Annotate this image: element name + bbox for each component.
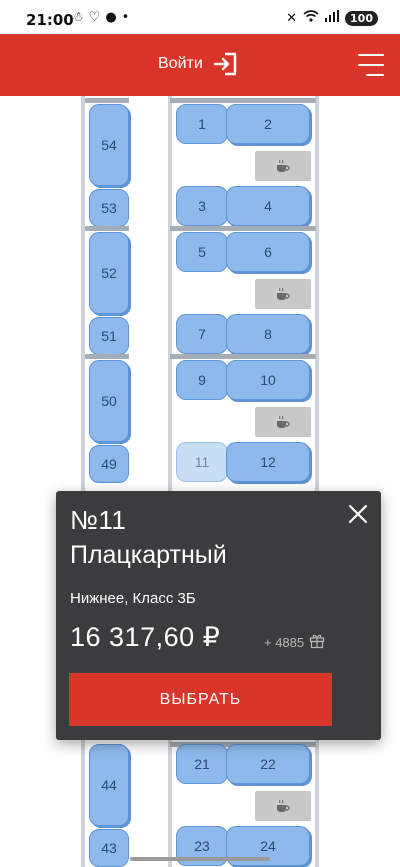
hamburger-menu-icon[interactable]: [358, 54, 386, 76]
seat-51[interactable]: 51: [89, 317, 129, 355]
seat-number: 11: [194, 454, 210, 470]
seat-53[interactable]: 53: [89, 189, 129, 227]
compartment-partition: [170, 354, 316, 359]
seat-number: 4: [264, 198, 272, 214]
hot-drink-icon: [255, 279, 311, 309]
seat-number: 21: [194, 756, 210, 772]
seat-number: 6: [264, 244, 272, 260]
car-wall-right: [315, 96, 319, 867]
chat-icon: ●: [105, 10, 117, 25]
seat-number: 5: [198, 244, 206, 260]
seat-7[interactable]: 7: [176, 314, 228, 354]
heart-icon: ♡: [88, 10, 101, 25]
seat-number: 44: [101, 777, 117, 793]
status-notification-icons: ☃ ♡ ● •: [72, 10, 129, 25]
seat-number: 7: [198, 326, 206, 342]
hot-drink-icon: [255, 407, 311, 437]
car-seat-plan: 54 53 1 2 3 4 52 51 5 6 7 8 50 49 9 10 11 12 44 43 21 22 23 24: [0, 96, 400, 867]
seat-8[interactable]: 8: [226, 314, 310, 354]
seat-11[interactable]: 11: [176, 442, 228, 482]
seat-5[interactable]: 5: [176, 232, 228, 272]
seat-number: 24: [260, 838, 276, 854]
mute-icon: ✕: [286, 10, 298, 26]
popup-bonus: + 4885: [264, 633, 325, 652]
seat-44[interactable]: 44: [89, 744, 129, 826]
seat-9[interactable]: 9: [176, 360, 228, 400]
popup-price: 16 317,60 ₽: [70, 622, 221, 652]
seat-number: 49: [101, 456, 117, 472]
popup-car-type: Плацкартный: [70, 541, 227, 569]
gift-icon: [309, 633, 325, 652]
popup-seat-number: №11: [70, 505, 127, 535]
battery-indicator: 100: [345, 10, 378, 26]
seat-1[interactable]: 1: [176, 104, 228, 144]
seat-2[interactable]: 2: [226, 104, 310, 144]
wifi-icon: [303, 10, 319, 26]
seat-number: 51: [101, 328, 117, 344]
seat-number: 3: [198, 198, 206, 214]
close-icon[interactable]: [347, 503, 369, 525]
compartment-partition: [85, 226, 129, 231]
dot-icon: •: [121, 10, 130, 25]
app-header: Войти: [0, 34, 400, 96]
status-system-icons: ✕ 100: [286, 10, 378, 26]
seat-number: 2: [264, 116, 272, 132]
car-wall-left: [81, 96, 85, 867]
compartment-partition: [170, 226, 316, 231]
hot-drink-icon: [255, 151, 311, 181]
aisle-wall: [168, 96, 172, 867]
login-label: Войти: [158, 55, 203, 72]
notification-icon: ☃: [72, 10, 84, 25]
seat-number: 1: [198, 116, 206, 132]
seat-number: 43: [101, 840, 117, 856]
hot-drink-icon: [255, 791, 311, 821]
seat-number: 23: [194, 838, 210, 854]
seat-52[interactable]: 52: [89, 232, 129, 314]
seat-21[interactable]: 21: [176, 744, 228, 784]
seat-43[interactable]: 43: [89, 829, 129, 867]
seat-number: 53: [101, 200, 117, 216]
seat-50[interactable]: 50: [89, 360, 129, 442]
home-indicator: [130, 857, 270, 861]
status-time: 21:00: [26, 11, 74, 29]
seat-3[interactable]: 3: [176, 186, 228, 226]
seat-number: 54: [101, 137, 117, 153]
seat-number: 8: [264, 326, 272, 342]
status-bar: 21:00 ☃ ♡ ● • ✕ 100: [0, 0, 400, 34]
seat-49[interactable]: 49: [89, 445, 129, 483]
signal-icon: [325, 10, 340, 26]
seat-54[interactable]: 54: [89, 104, 129, 186]
seat-number: 10: [260, 372, 276, 388]
login-button[interactable]: Войти: [158, 51, 239, 77]
login-icon: [213, 51, 239, 77]
seat-number: 50: [101, 393, 117, 409]
compartment-partition: [85, 98, 129, 103]
seat-12[interactable]: 12: [226, 442, 310, 482]
seat-number: 22: [260, 756, 276, 772]
seat-4[interactable]: 4: [226, 186, 310, 226]
seat-22[interactable]: 22: [226, 744, 310, 784]
compartment-partition: [170, 98, 316, 103]
seat-number: 9: [198, 372, 206, 388]
seat-10[interactable]: 10: [226, 360, 310, 400]
seat-number: 52: [101, 265, 117, 281]
seat-popup: №11 Плацкартный Нижнее, Класс 3Б 16 317,…: [56, 491, 381, 740]
seat-6[interactable]: 6: [226, 232, 310, 272]
compartment-partition: [85, 354, 129, 359]
bonus-value: + 4885: [264, 635, 305, 650]
select-seat-button[interactable]: ВЫБРАТЬ: [69, 673, 332, 726]
popup-seat-description: Нижнее, Класс 3Б: [70, 590, 196, 607]
seat-number: 12: [260, 454, 276, 470]
